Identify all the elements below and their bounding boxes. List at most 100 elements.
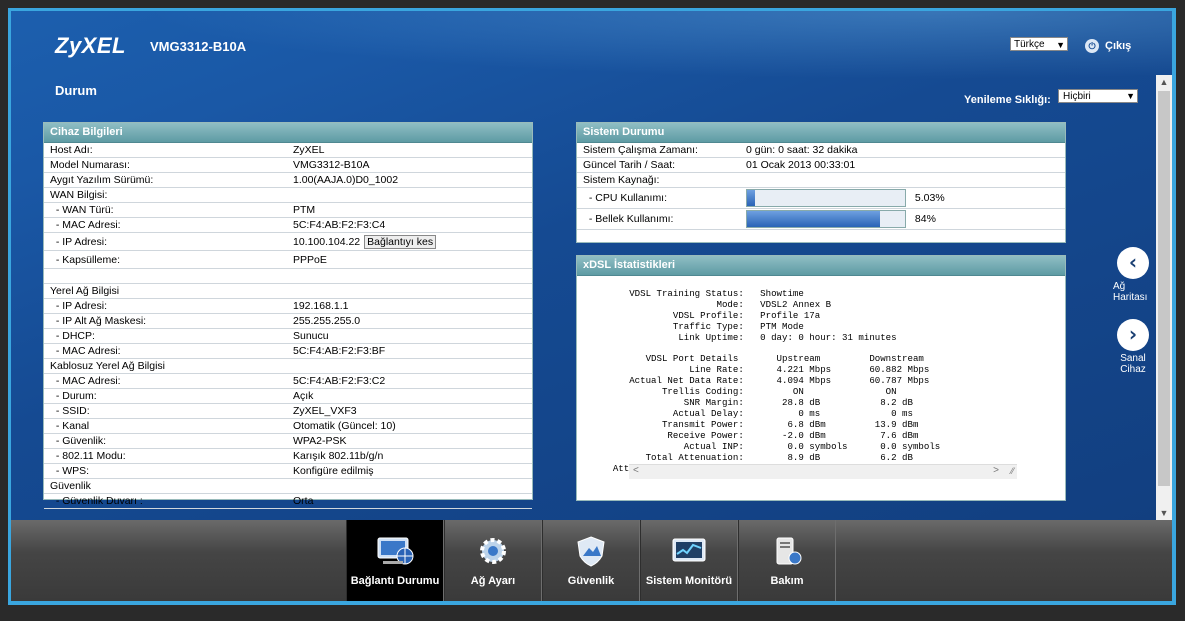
row-value-text: Açık [293,390,314,402]
chevron-left-icon[interactable]: ‹ [1117,247,1149,279]
tab-security[interactable]: Güvenlik [542,520,640,601]
table-row: WAN Bilgisi: [44,187,532,203]
table-row: - IP Alt Ağ Maskesi: 255.255.255.0 [44,313,532,329]
row-value: 192.168.1.1 [287,298,532,314]
resize-grip-icon[interactable]: ⁄⁄ [1011,466,1014,476]
table-row: - Güvenlik: WPA2-PSK [44,433,532,449]
row-label: - Durum: [44,388,287,404]
row-value: PTM [287,202,532,218]
row-label: - WAN Türü: [44,202,287,218]
scrollbar-thumb[interactable] [1158,91,1170,486]
table-row: Yerel Ağ Bilgisi [44,283,532,299]
refresh-select[interactable]: Hiçbiri ▼ [1058,89,1138,103]
language-select[interactable]: Türkçe ▼ [1010,37,1068,51]
shield-icon [577,536,605,567]
table-row: Kablosuz Yerel Ağ Bilgisi [44,358,532,374]
memory-label: - Bellek Kullanımı: [577,208,740,230]
row-label: - IP Alt Ağ Maskesi: [44,313,287,329]
row-label: - Kanal [44,418,287,434]
row-value: 5C:F4:AB:F2:F3:C4 [287,217,532,233]
uptime-label: Sistem Çalışma Zamanı: [577,143,740,158]
xdsl-statistics-text: VDSL Training Status: Showtime Mode: VDS… [613,288,941,473]
xdsl-panel: xDSL İstatistikleri VDSL Training Status… [576,255,1066,501]
row-value-text: 5C:F4:AB:F2:F3:C4 [293,219,386,231]
table-row: - Durum: Açık [44,388,532,404]
logout-button[interactable]: ⏻ Çıkış [1085,39,1131,53]
prev-label-1: Ağ [1113,281,1126,292]
cpu-usage-fill [747,190,755,206]
row-value: WPA2-PSK [287,433,532,449]
row-value-text: ZyXEL_VXF3 [293,405,357,417]
row-label: Kablosuz Yerel Ağ Bilgisi [44,358,287,374]
row-label: - DHCP: [44,328,287,344]
tab-connection-status[interactable]: Bağlantı Durumu [346,520,444,601]
next-page-nav[interactable]: › Sanal Cihaz [1109,319,1157,375]
scroll-right-icon[interactable]: > [993,465,999,476]
vertical-scrollbar[interactable]: ▲ ▼ [1156,75,1172,520]
table-row: - 802.11 Modu: Karışık 802.11b/g/n [44,448,532,464]
memory-value: 84% [914,212,936,225]
system-status-panel: Sistem Durumu Sistem Çalışma Zamanı: 0 gü… [576,122,1066,243]
scroll-left-icon[interactable]: < [633,465,639,476]
table-row: Sistem Kaynağı: [577,172,1065,188]
row-label: WAN Bilgisi: [44,187,287,203]
row-value-text: Otomatik (Güncel: 10) [293,420,396,432]
datetime-label: Güncel Tarih / Saat: [577,157,740,173]
device-info-table: Host Adı: ZyXEL Model Numarası: VMG3312-B10… [44,143,532,509]
row-label: - MAC Adresi: [44,373,287,389]
row-value: 255.255.255.0 [287,313,532,329]
row-label: - MAC Adresi: [44,217,287,233]
table-row: - DHCP: Sunucu [44,328,532,344]
tab-label: Sistem Monitörü [645,575,733,587]
table-row [44,268,532,284]
row-value-text: PTM [293,204,316,216]
row-value [287,283,532,299]
chevron-right-icon[interactable]: › [1117,319,1149,351]
row-value: 1.00(AAJA.0)D0_1002 [287,172,532,188]
refresh-label: Yenileme Sıklığı: [964,94,1051,106]
row-value-text: 5C:F4:AB:F2:F3:BF [293,345,386,357]
row-value: Konfigüre edilmiş [287,463,532,479]
table-row: - MAC Adresi: 5C:F4:AB:F2:F3:C2 [44,373,532,389]
network-status-icon [377,537,414,565]
table-row: Güncel Tarih / Saat: 01 Ocak 2013 00:33:0… [577,157,1065,173]
row-value-text: 1.00(AAJA.0)D0_1002 [293,174,399,186]
row-value-text: ZyXEL [293,144,325,156]
prev-page-nav[interactable]: ‹ Ağ Haritası [1109,247,1157,303]
cpu-label: - CPU Kullanımı: [577,187,740,209]
resources-label: Sistem Kaynağı: [577,172,740,188]
tab-maintenance[interactable]: Bakım [738,520,836,601]
row-value-text: 192.168.1.1 [293,300,349,312]
row-value: Açık [287,388,532,404]
row-value-text: 255.255.255.0 [293,315,361,327]
scroll-down-icon[interactable]: ▼ [1156,506,1172,520]
row-value: ZyXEL [287,143,532,158]
tab-network-settings[interactable]: Ağ Ayarı [444,520,542,601]
table-row: Model Numarası: VMG3312-B10A [44,157,532,173]
row-value: 5C:F4:AB:F2:F3:BF [287,343,532,359]
table-row: Güvenlik [44,478,532,494]
row-value: Otomatik (Güncel: 10) [287,418,532,434]
table-row: - WAN Türü: PTM [44,202,532,218]
row-value: Sunucu [287,328,532,344]
row-label: - WPS: [44,463,287,479]
row-value-text: Konfigüre edilmiş [293,465,374,477]
row-label: - Güvenlik: [44,433,287,449]
page-title: Durum [55,83,97,98]
row-label: - IP Adresi: [44,298,287,314]
row-label: Yerel Ağ Bilgisi [44,283,287,299]
gear-icon [480,538,506,564]
scroll-up-icon[interactable]: ▲ [1156,75,1172,89]
disconnect-button[interactable]: Bağlantıyı kes [364,234,437,249]
horizontal-scrollbar[interactable]: < > ⁄⁄ [629,464,1017,479]
cpu-cell: 5.03% [740,187,1065,209]
table-row: - IP Adresi: 10.100.104.22 Bağlantıyı kes [44,232,532,251]
row-value-text: 10.100.104.22 [293,235,361,248]
main-area: ZyXEL VMG3312-B10A Türkçe ▼ ⏻ Çıkış Duru… [11,11,1172,520]
tab-system-monitor[interactable]: Sistem Monitörü [640,520,738,601]
row-value: 10.100.104.22 Bağlantıyı kes [287,232,532,251]
row-value: VMG3312-B10A [287,157,532,173]
row-label: - Kapsülleme: [44,250,287,269]
device-info-panel: Cihaz Bilgileri Host Adı: ZyXEL Model Numa… [43,122,533,509]
row-label [44,268,287,284]
